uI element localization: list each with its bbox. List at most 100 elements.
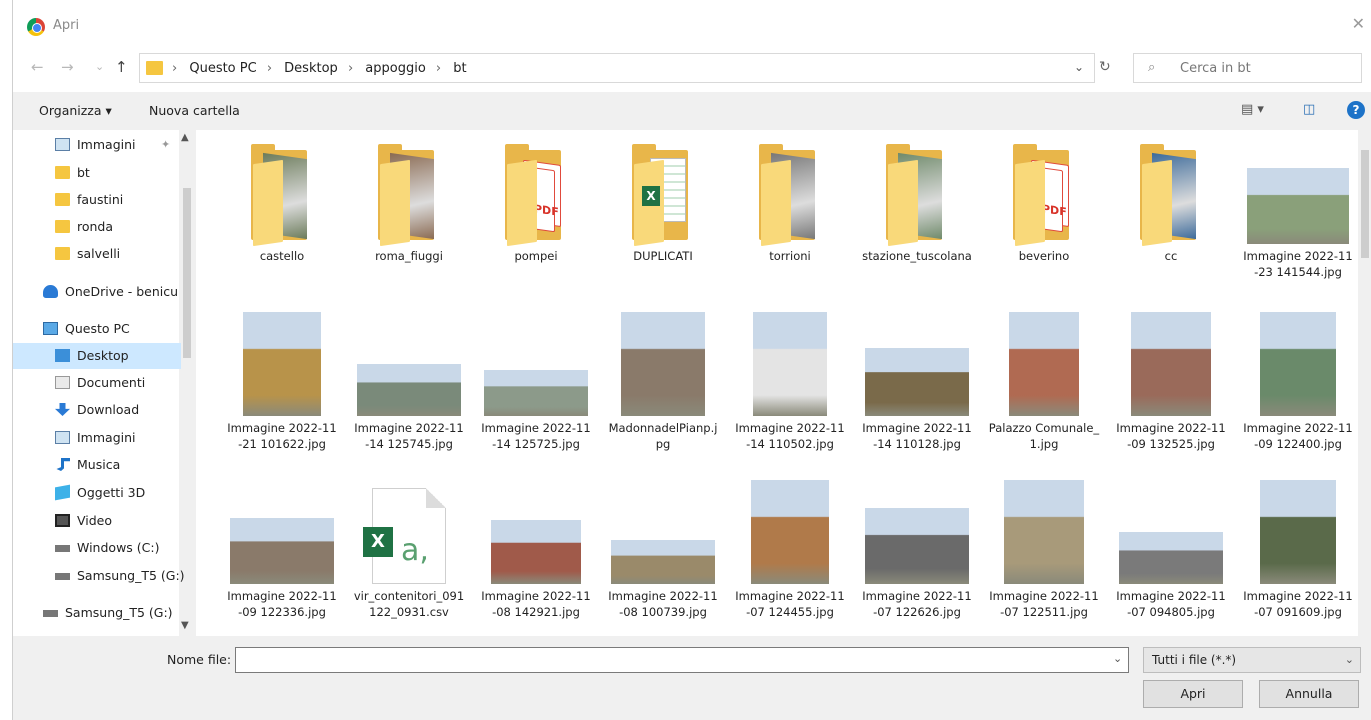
desk-icon xyxy=(55,349,70,362)
file-name-label: Immagine 2022-11-09 132525.jpg xyxy=(1116,421,1226,451)
file-name-label: torrioni xyxy=(769,249,811,263)
folder-icon: PDF xyxy=(505,144,567,247)
refresh-icon[interactable]: ↻ xyxy=(1099,59,1111,75)
sidebar-item-salvelli[interactable]: salvelli xyxy=(13,241,181,267)
file-thumbnail xyxy=(480,478,592,584)
breadcrumb-appoggio[interactable]: appoggio xyxy=(365,61,426,76)
scroll-up-icon[interactable]: ▲ xyxy=(181,132,189,143)
sidebar-item-label: Questo PC xyxy=(65,321,130,336)
new-folder-button[interactable]: Nuova cartella xyxy=(149,103,240,118)
breadcrumb-separator: › xyxy=(172,61,178,76)
filename-label: Nome file: xyxy=(167,652,232,667)
window-title: Apri xyxy=(53,18,80,33)
file-thumbnail xyxy=(861,144,973,247)
forward-arrow-icon[interactable]: → xyxy=(61,58,74,76)
file-type-select[interactable]: Tutti i file (*.*) ⌄ xyxy=(1143,647,1361,673)
sidebar-item-desktop[interactable]: Desktop xyxy=(13,343,181,369)
file-name-label: pompei xyxy=(514,249,558,263)
file-name-label: Immagine 2022-11-09 122336.jpg xyxy=(227,589,337,619)
up-arrow-icon[interactable]: ↑ xyxy=(115,58,128,76)
sidebar-item-immagini-quick[interactable]: Immagini ✦ xyxy=(13,132,181,158)
filename-dropdown-icon[interactable]: ⌄ xyxy=(1113,652,1122,665)
breadcrumb-questo-pc[interactable]: Questo PC xyxy=(189,61,256,76)
folder-icon xyxy=(55,247,70,260)
file-thumbnail xyxy=(734,478,846,584)
recent-locations-chevron-icon[interactable]: ⌄ xyxy=(95,60,104,73)
file-name-label: Immagine 2022-11-14 125745.jpg xyxy=(354,421,464,451)
folder-icon xyxy=(1140,144,1202,247)
organize-menu[interactable]: Organizza ▾ xyxy=(39,103,112,118)
sidebar-item-label: Immagini xyxy=(77,137,136,152)
image-thumbnail xyxy=(230,518,334,584)
file-name-label: Immagine 2022-11-07 122626.jpg xyxy=(862,589,972,619)
scroll-down-icon[interactable]: ▼ xyxy=(181,620,189,631)
file-thumbnail xyxy=(861,308,973,416)
image-thumbnail xyxy=(1247,168,1349,244)
content-scroll-thumb[interactable] xyxy=(1361,150,1369,258)
folder-icon xyxy=(251,144,313,247)
sidebar-item-musica[interactable]: Musica xyxy=(13,452,181,478)
breadcrumb-desktop[interactable]: Desktop xyxy=(284,61,338,76)
file-name-label: Immagine 2022-11-07 091609.jpg xyxy=(1243,589,1353,619)
breadcrumb-bt[interactable]: bt xyxy=(453,61,466,76)
breadcrumb-separator[interactable]: › xyxy=(267,61,272,76)
pin-icon[interactable]: ✦ xyxy=(161,138,170,151)
change-view-icon[interactable]: ▤ ▾ xyxy=(1241,102,1264,117)
sidebar-item-label: Video xyxy=(77,513,113,528)
file-type-value: Tutti i file (*.*) xyxy=(1152,653,1237,667)
sidebar-item-video[interactable]: Video xyxy=(13,508,181,534)
music-icon xyxy=(56,458,70,471)
open-button[interactable]: Apri xyxy=(1143,680,1243,708)
sidebar-item-windows-c[interactable]: Windows (C:) xyxy=(13,535,181,561)
close-icon[interactable]: ✕ xyxy=(1352,14,1365,33)
search-input[interactable]: ⌕ Cerca in bt xyxy=(1133,53,1362,83)
cancel-button[interactable]: Annulla xyxy=(1259,680,1359,708)
sidebar-item-download[interactable]: Download xyxy=(13,397,181,423)
img-icon xyxy=(55,138,70,151)
file-name-label: vir_contenitori_091122_0931.csv xyxy=(353,589,465,619)
pc-icon xyxy=(43,322,58,335)
image-thumbnail xyxy=(621,312,705,416)
file-name-label: Immagine 2022-11-08 100739.jpg xyxy=(608,589,718,619)
sidebar-item-label: Windows (C:) xyxy=(77,540,160,555)
preview-pane-icon[interactable]: ◫ xyxy=(1303,102,1315,117)
sidebar-item-bt[interactable]: bt xyxy=(13,160,181,186)
file-thumbnail xyxy=(1115,308,1227,416)
sidebar-item-ronda[interactable]: ronda xyxy=(13,214,181,240)
breadcrumb-separator[interactable]: › xyxy=(436,61,441,76)
sidebar-item-documenti[interactable]: Documenti xyxy=(13,370,181,396)
file-name-label: Immagine 2022-11-07 094805.jpg xyxy=(1116,589,1226,619)
sidebar-item-questo-pc[interactable]: Questo PC xyxy=(13,316,181,342)
image-thumbnail xyxy=(1260,312,1336,416)
image-thumbnail xyxy=(611,540,715,584)
back-arrow-icon[interactable]: ← xyxy=(31,58,44,76)
folder-icon xyxy=(55,220,70,233)
file-name-label: beverino xyxy=(1018,249,1070,263)
sidebar-item-samsung-t5-b[interactable]: Samsung_T5 (G:) xyxy=(13,600,181,626)
file-name-label: Immagine 2022-11-07 124455.jpg xyxy=(735,589,845,619)
sidebar-item-immagini[interactable]: Immagini xyxy=(13,425,181,451)
image-thumbnail xyxy=(753,312,827,416)
file-name-label: Immagine 2022-11-14 125725.jpg xyxy=(481,421,591,451)
down-icon xyxy=(55,403,70,416)
file-name-label: Immagine 2022-11-07 122511.jpg xyxy=(989,589,1099,619)
sidebar-item-samsung-t5-a[interactable]: Samsung_T5 (G:) xyxy=(13,563,185,589)
address-dropdown-icon[interactable]: ⌄ xyxy=(1074,60,1084,74)
help-icon[interactable]: ? xyxy=(1347,101,1365,119)
sidebar-item-oggetti-3d[interactable]: Oggetti 3D xyxy=(13,480,181,506)
filename-input[interactable] xyxy=(235,647,1129,673)
address-bar[interactable]: › Questo PC › Desktop › appoggio › bt ⌄ xyxy=(139,53,1095,83)
folder-icon xyxy=(146,61,163,75)
file-name-label: castello xyxy=(259,249,305,263)
sidebar-item-faustini[interactable]: faustini xyxy=(13,187,181,213)
navigation-pane: ▲ ▼ Immagini ✦ bt faustini ronda salvelli OneD… xyxy=(13,130,195,636)
file-thumbnail xyxy=(1242,144,1354,244)
file-thumbnail xyxy=(480,308,592,416)
breadcrumb-separator[interactable]: › xyxy=(348,61,353,76)
sidebar-item-label: Documenti xyxy=(77,375,146,390)
sidebar-item-onedrive[interactable]: OneDrive - benicu xyxy=(13,279,181,305)
image-thumbnail xyxy=(1131,312,1211,416)
sidebar-scroll-thumb[interactable] xyxy=(183,188,191,358)
file-name-label: Palazzo Comunale_1.jpg xyxy=(988,421,1100,451)
folder-icon xyxy=(886,144,948,247)
